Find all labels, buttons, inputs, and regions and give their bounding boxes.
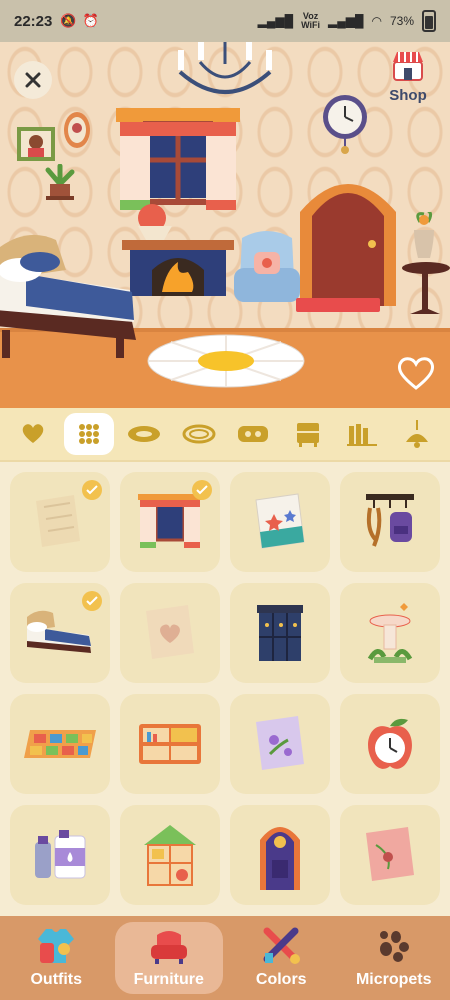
grid-item-dollhouse[interactable] xyxy=(120,805,220,905)
grid-item-birdbath[interactable] xyxy=(340,583,440,683)
furniture-icon xyxy=(150,931,187,964)
micropets-icon xyxy=(379,931,409,962)
category-books[interactable] xyxy=(338,412,386,456)
category-bar xyxy=(0,408,450,462)
rug-round-icon xyxy=(182,424,216,444)
wallpaper-heart-icon xyxy=(146,605,194,659)
bed-icon xyxy=(27,610,91,653)
shop-icon xyxy=(393,52,423,81)
grid-item-shelf[interactable] xyxy=(120,694,220,794)
wall-clock-icon xyxy=(323,95,367,154)
grid-item-wallpaper-stars[interactable] xyxy=(230,472,330,572)
category-lamp[interactable] xyxy=(393,412,441,456)
bottom-nav: Outfits Furniture Colors Micropets xyxy=(0,916,450,1000)
alarm-icon: ⏰ xyxy=(82,13,99,28)
wallpaper-pink-icon xyxy=(366,827,414,881)
rug-hearts-icon xyxy=(238,426,269,442)
oval-frame-icon xyxy=(64,112,90,148)
wifi-icon: ◠ xyxy=(371,14,382,28)
bottles-icon xyxy=(35,830,86,879)
grid-item-wallpaper-pink[interactable] xyxy=(340,805,440,905)
grid-item-wallpaper-heart[interactable] xyxy=(120,583,220,683)
battery-percent: 73% xyxy=(389,14,414,28)
category-rug-hearts[interactable] xyxy=(229,412,277,456)
grid-item-color-rug[interactable] xyxy=(10,694,110,794)
dollhouse-icon xyxy=(144,825,196,886)
category-dresser[interactable] xyxy=(284,412,332,456)
network-label: Voz WiFi xyxy=(301,12,320,30)
nav-colors-label: Colors xyxy=(255,971,307,988)
shelf-icon xyxy=(139,724,201,764)
grid-item-wallpaper[interactable] xyxy=(10,472,110,572)
network-bottom: WiFi xyxy=(301,20,321,30)
door-icon xyxy=(260,827,300,890)
favorite-button[interactable] xyxy=(396,354,436,394)
category-rug-oval[interactable] xyxy=(120,412,168,456)
grid-item-bed[interactable] xyxy=(10,583,110,683)
door-icon xyxy=(300,184,396,306)
heart-icon xyxy=(23,424,44,443)
nav-outfits-label: Outfits xyxy=(30,971,83,988)
wallpaper-flower-icon xyxy=(256,716,304,770)
bed-icon xyxy=(0,234,136,358)
outfits-icon xyxy=(38,929,75,963)
apple-clock-icon xyxy=(368,718,412,769)
colors-icon xyxy=(263,927,301,964)
battery-icon xyxy=(422,10,436,32)
selected-check-icon xyxy=(82,480,102,500)
grid-item-window-curtain[interactable] xyxy=(120,472,220,572)
heart-outline-icon xyxy=(397,356,435,390)
cabinet-icon xyxy=(257,605,303,661)
armchair-icon xyxy=(234,231,300,302)
coat-rack-icon xyxy=(366,494,414,547)
selected-check-icon xyxy=(192,480,212,500)
door-mat xyxy=(296,298,380,312)
nav-outfits[interactable]: Outfits xyxy=(2,922,110,994)
books-icon xyxy=(347,424,378,446)
dresser-icon xyxy=(296,423,319,447)
chandelier-icon xyxy=(178,42,272,94)
nav-colors[interactable]: Colors xyxy=(227,922,335,994)
status-bar: 22:23 🔕 ⏰ ▂▄▆█ Voz WiFi ▂▄▆█ ◠ 73% xyxy=(0,0,450,42)
mute-icon: 🔕 xyxy=(60,13,77,28)
nav-micropets-label: Micropets xyxy=(355,971,432,988)
close-icon xyxy=(25,72,41,88)
signal-icon: ▂▄▆█ xyxy=(257,14,294,28)
side-table-icon xyxy=(402,212,450,314)
wallpaper-stars-icon xyxy=(255,493,305,549)
category-rug-round[interactable] xyxy=(175,412,223,456)
daisy-rug-icon xyxy=(147,334,305,388)
close-button[interactable] xyxy=(14,61,52,99)
birdbath-icon xyxy=(367,603,413,663)
nav-micropets[interactable]: Micropets xyxy=(340,922,448,994)
grid-item-apple-clock[interactable] xyxy=(340,694,440,794)
shop-label: Shop xyxy=(389,87,427,104)
shop-button[interactable]: Shop xyxy=(384,50,432,104)
category-all[interactable] xyxy=(63,413,114,455)
grid-item-coat-rack[interactable] xyxy=(340,472,440,572)
grid-item-cabinet[interactable] xyxy=(230,583,330,683)
portrait-frame-icon xyxy=(17,127,55,161)
nav-furniture[interactable]: Furniture xyxy=(114,922,223,994)
window-curtain-icon xyxy=(138,494,202,548)
status-time: 22:23 xyxy=(14,12,53,30)
category-favorites[interactable] xyxy=(9,412,57,456)
lamp-icon xyxy=(405,420,428,448)
selected-check-icon xyxy=(82,591,102,611)
color-rug-icon xyxy=(24,730,96,758)
item-grid xyxy=(10,472,440,905)
nav-furniture-label: Furniture xyxy=(133,971,204,988)
room-scene: Shop xyxy=(0,42,450,408)
grid-item-wallpaper-flower[interactable] xyxy=(230,694,330,794)
grid-item-door[interactable] xyxy=(230,805,330,905)
wallpaper-icon xyxy=(36,495,80,547)
grid-icon xyxy=(78,424,99,444)
signal-icon-2: ▂▄▆█ xyxy=(328,14,364,28)
grid-item-bottles[interactable] xyxy=(10,805,110,905)
plant-shelf-icon xyxy=(45,164,75,200)
rug-oval-icon xyxy=(128,426,161,442)
